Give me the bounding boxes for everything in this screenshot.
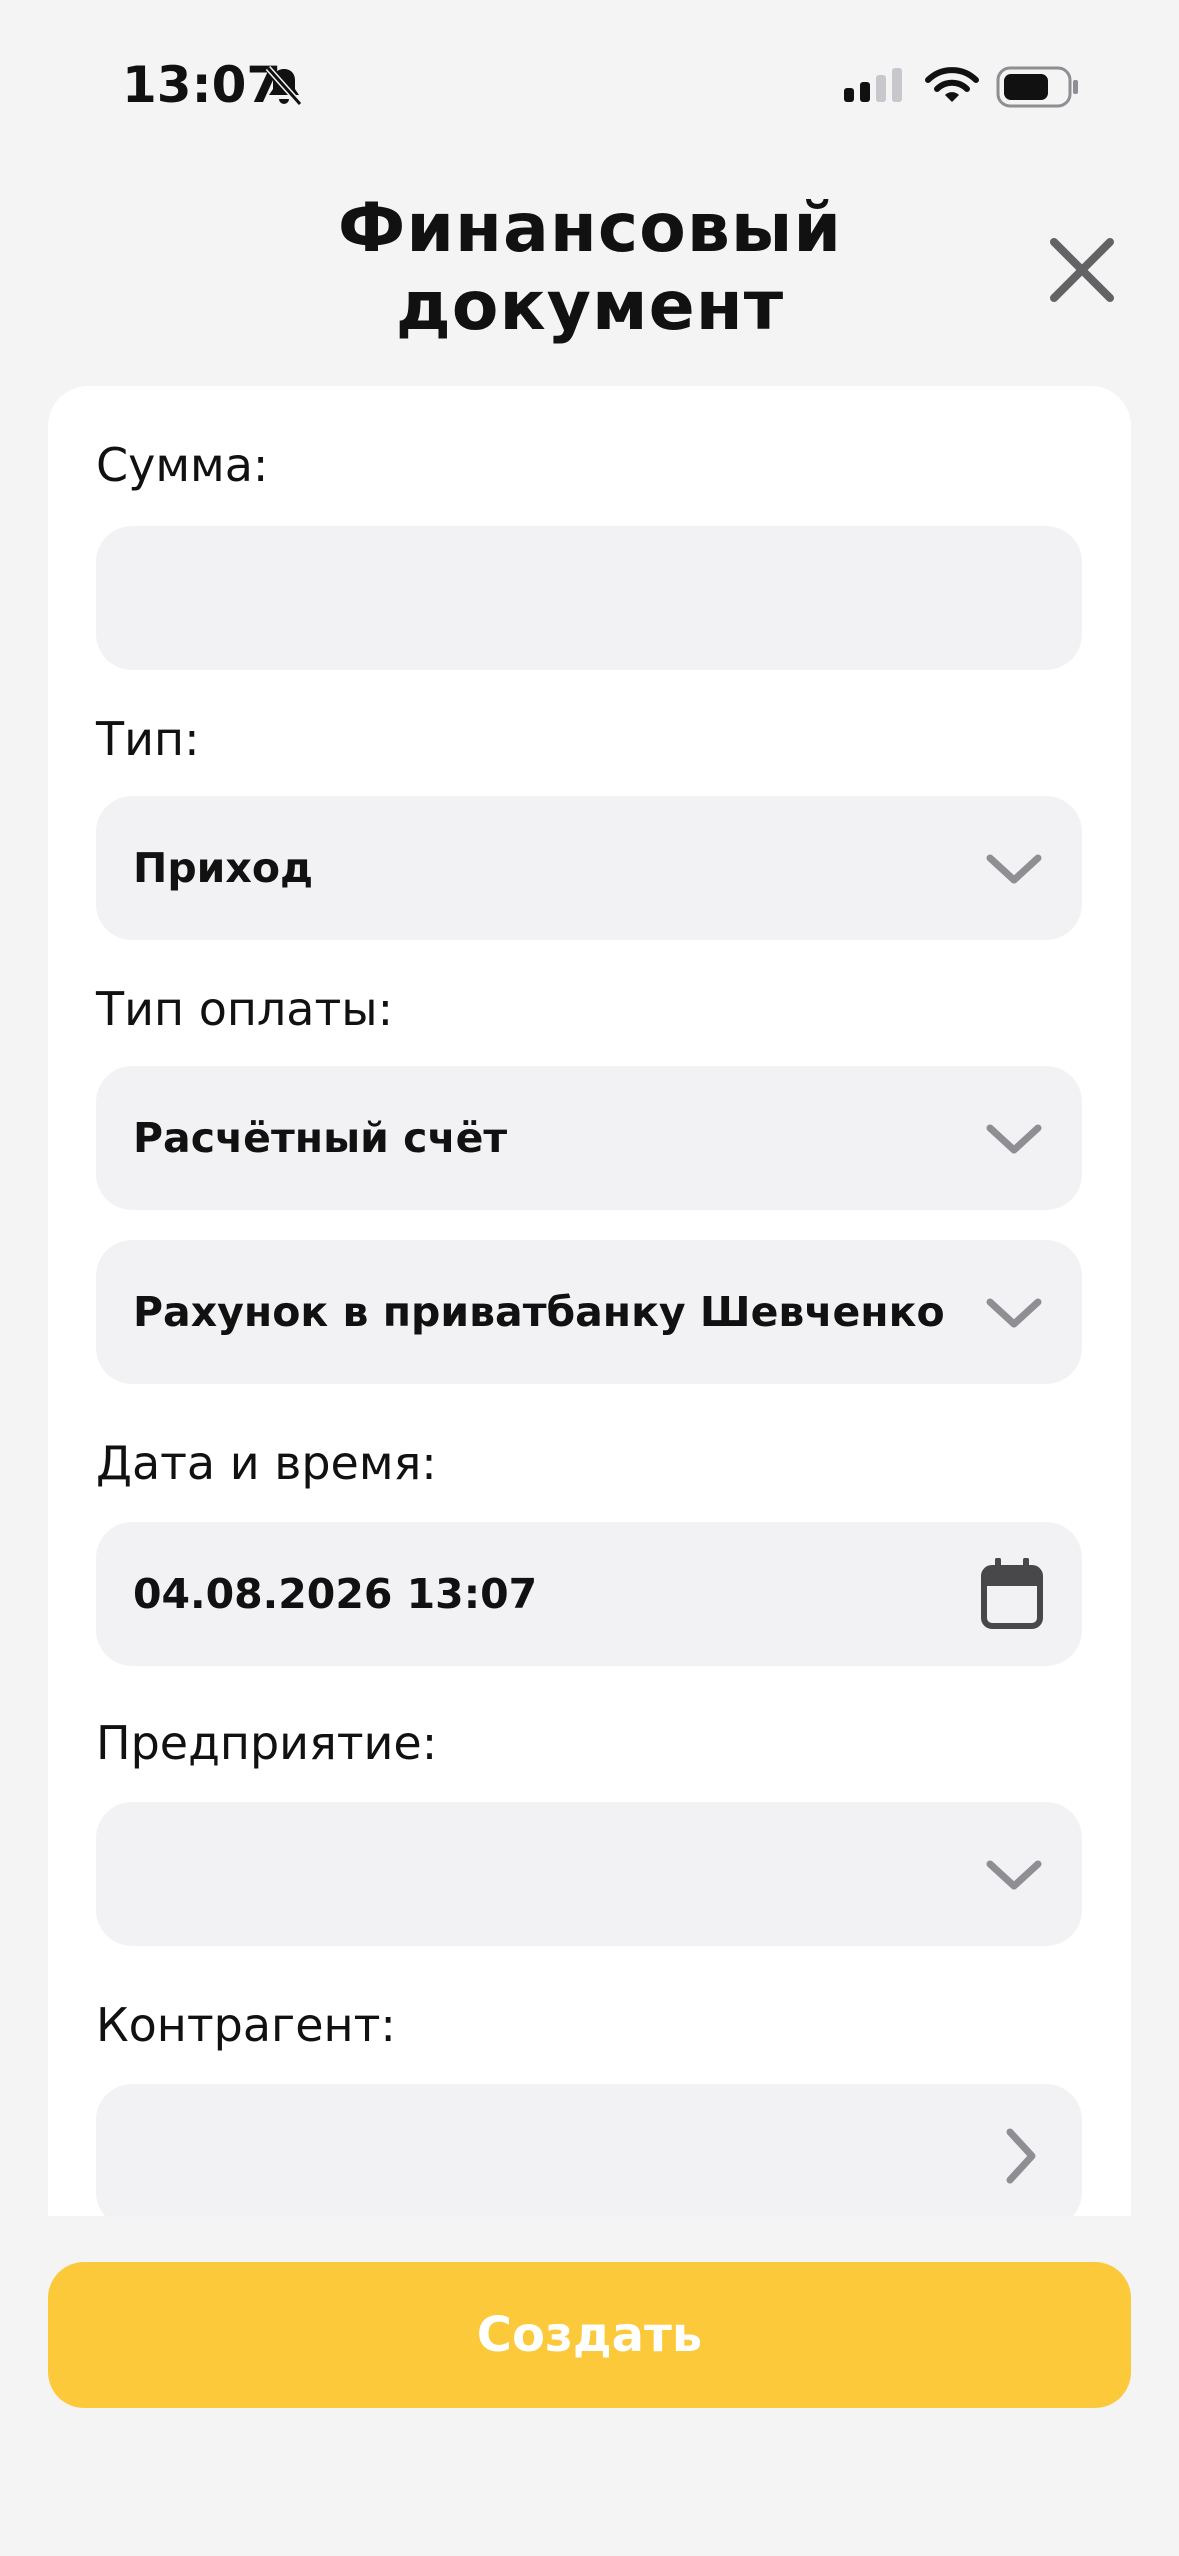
chevron-down-icon <box>986 854 1042 884</box>
cellular-signal-icon <box>844 68 902 102</box>
page-title-line2: документ <box>395 267 785 346</box>
battery-icon <box>996 66 1078 108</box>
amount-input[interactable] <box>96 526 1082 670</box>
payment-type-select[interactable]: Расчётный счёт <box>96 1066 1082 1210</box>
page-title: Финансовый документ <box>190 190 990 346</box>
account-value: Рахунок в приватбанку Шевченко <box>133 1288 945 1336</box>
chevron-down-icon <box>986 1860 1042 1890</box>
status-bar: 13:07 <box>0 0 1179 150</box>
datetime-label: Дата и время: <box>96 1436 437 1490</box>
amount-label: Сумма: <box>96 438 269 492</box>
enterprise-label: Предприятие: <box>96 1716 438 1770</box>
type-value: Приход <box>133 844 314 892</box>
chevron-down-icon <box>986 1298 1042 1328</box>
counterparty-label: Контрагент: <box>96 1998 396 2052</box>
calendar-icon[interactable] <box>980 1558 1044 1630</box>
status-time: 13:07 <box>122 56 282 114</box>
counterparty-select[interactable] <box>96 2084 1082 2216</box>
payment-type-value: Расчётный счёт <box>133 1114 508 1162</box>
bell-muted-icon <box>265 66 303 106</box>
chevron-right-icon <box>1006 2128 1036 2184</box>
enterprise-select[interactable] <box>96 1802 1082 1946</box>
create-button[interactable]: Создать <box>48 2262 1131 2408</box>
datetime-picker[interactable]: 04.08.2026 13:07 <box>96 1522 1082 1666</box>
chevron-down-icon <box>986 1124 1042 1154</box>
wifi-icon <box>925 67 979 102</box>
close-icon[interactable] <box>1046 234 1118 306</box>
type-select[interactable]: Приход <box>96 796 1082 940</box>
account-select[interactable]: Рахунок в приватбанку Шевченко <box>96 1240 1082 1384</box>
type-label: Тип: <box>96 712 200 766</box>
payment-type-label: Тип оплаты: <box>96 982 394 1036</box>
form-card: Сумма: Тип: Приход Тип оплаты: Расчётный… <box>48 386 1131 2216</box>
datetime-value: 04.08.2026 13:07 <box>133 1570 538 1618</box>
page-title-line1: Финансовый <box>337 189 843 268</box>
